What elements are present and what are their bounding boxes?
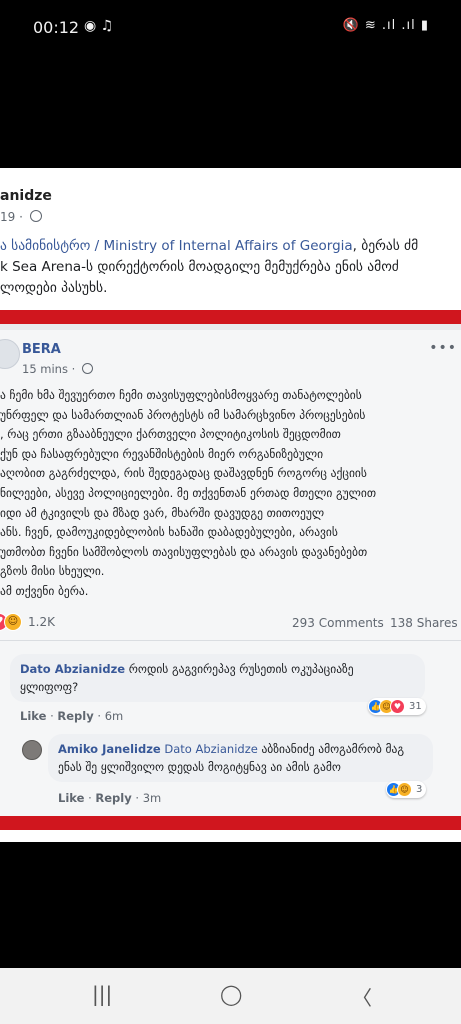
- comment-text: როდის გაგვირეპავ რუსეთის ოკუპაციაზე: [125, 662, 354, 676]
- post-author[interactable]: anidze: [0, 188, 52, 204]
- comment-react-count: 31: [409, 701, 422, 712]
- reply-avatar[interactable]: [22, 740, 42, 760]
- love-reaction-icon: ♥: [390, 699, 405, 714]
- like-button[interactable]: Like: [20, 709, 46, 723]
- reaction-summary[interactable]: ♥ ☺ 1.2K: [0, 613, 55, 631]
- post-time-text: 19 ·: [0, 210, 23, 224]
- back-button[interactable]: 〈: [352, 982, 372, 1011]
- shares-count[interactable]: 138 Shares: [390, 616, 458, 630]
- reaction-count: 1.2K: [28, 615, 55, 629]
- more-options-icon[interactable]: •••: [429, 340, 457, 356]
- page-avatar[interactable]: [0, 339, 20, 369]
- post-line: ლოდები პასუხს.: [0, 280, 108, 296]
- red-divider-top: [0, 310, 461, 324]
- ministry-link[interactable]: ა სამინისტრო / Ministry of Internal Affa…: [0, 238, 353, 254]
- signal-battery-icons: 🔇 ≋ .ıl .ıl ▮: [342, 18, 429, 33]
- comment-line-2: ყლიფოფ?: [20, 680, 79, 694]
- body-line: აღობით გაგრძელდა, რის შედეგადაც დაშავდნე…: [0, 466, 367, 481]
- post-text: ა სამინისტრო / Ministry of Internal Affa…: [0, 236, 461, 299]
- body-line: ანს. ჩვენ, დამოუკიდებლობის ხანაში დაბადე…: [0, 525, 338, 540]
- shared-timestamp: 15 mins ·: [22, 362, 93, 376]
- reply-time: 3m: [142, 791, 162, 805]
- body-line: ნილეები, ასევე პოლიციელები. მე თქვენთან …: [0, 485, 377, 500]
- red-divider-bottom: [0, 816, 461, 830]
- like-button[interactable]: Like: [58, 791, 84, 805]
- reply-line-2: ენას შე ყლიშვილო დედას მოგიტყნავ აი ამის…: [58, 760, 341, 774]
- shared-post-card: BERA 15 mins · ••• ა ჩემი ხმა შევუერთო ჩ…: [0, 330, 461, 816]
- recents-button[interactable]: |||: [92, 982, 112, 1006]
- reply-text: აბზიანიძე ამოგამრობ მაგ: [257, 742, 405, 756]
- globe-icon: [29, 210, 42, 222]
- haha-reaction-icon: ☺: [4, 613, 22, 631]
- comment-line: Dato Abzianidze როდის გაგვირეპავ რუსეთის…: [20, 660, 415, 678]
- shared-post-body: ა ჩემი ხმა შევუერთო ჩემი თავისუფლებისმოყ…: [0, 386, 461, 602]
- status-time: 00:12: [33, 18, 80, 37]
- comment-time: 6m: [104, 709, 124, 723]
- reply-mention[interactable]: Dato Abzianidze: [164, 742, 257, 756]
- reply-reactions[interactable]: 👍 ☺ 3: [386, 781, 427, 798]
- status-bar: 00:12 ◉ ♫ 🔇 ≋ .ıl .ıl ▮: [0, 0, 461, 56]
- comments-count[interactable]: 293 Comments: [292, 616, 384, 630]
- body-line: , რაც ერთი გზააბნეული ქართველი პოლიტიკოს…: [0, 427, 341, 442]
- body-line: უნრფელ და სამართლიან პროტესტს იმ სამარცხ…: [0, 407, 366, 422]
- navigation-bar: ||| ◯ 〈: [0, 968, 461, 1024]
- post-line-text: , ბერას ძმ: [352, 238, 419, 254]
- facebook-screenshot: anidze 19 · ა სამინისტრო / Ministry of I…: [0, 168, 461, 842]
- body-line: უთმობთ ჩვენი სამშობლოს თავისუფლებას და ა…: [0, 544, 368, 559]
- body-line: იდი ამ ტკივილს და მზად ვარ, მხარში დავუდ…: [0, 505, 325, 520]
- reply-button[interactable]: Reply: [95, 791, 131, 805]
- comment-author[interactable]: Dato Abzianidze: [20, 662, 125, 676]
- globe-icon: [81, 363, 93, 374]
- post-line: k Sea Arena-ს დირექტორის მოადგილე მემუქრ…: [0, 259, 399, 275]
- post-line: ა სამინისტრო / Ministry of Internal Affa…: [0, 236, 461, 257]
- shared-time-text: 15 mins ·: [22, 362, 76, 376]
- home-button[interactable]: ◯: [220, 982, 242, 1006]
- reply-bubble: Amiko Janelidze Dato Abzianidze აბზიანიძ…: [48, 734, 433, 782]
- divider: [0, 640, 461, 641]
- reply-button[interactable]: Reply: [57, 709, 93, 723]
- reply-line: Amiko Janelidze Dato Abzianidze აბზიანიძ…: [58, 740, 423, 758]
- post-timestamp: 19 ·: [0, 210, 42, 224]
- body-line: ა ჩემი ხმა შევუერთო ჩემი თავისუფლებისმოყ…: [0, 388, 362, 402]
- comment-bubble: Dato Abzianidze როდის გაგვირეპავ რუსეთის…: [10, 654, 425, 702]
- haha-reaction-icon: ☺: [397, 782, 412, 797]
- body-line: ამ თქვენი ბერა.: [0, 583, 89, 598]
- notification-icons: ◉ ♫: [84, 18, 114, 34]
- reply-react-count: 3: [416, 784, 423, 795]
- body-line: გზოს მისი სხეული.: [0, 564, 105, 579]
- reply-author[interactable]: Amiko Janelidze: [58, 742, 161, 756]
- page-name[interactable]: BERA: [22, 342, 61, 357]
- reply-actions: Like · Reply · 3m: [58, 791, 162, 805]
- comment-reactions[interactable]: 👍 ☺ ♥ 31: [368, 698, 426, 715]
- body-line: ქუნ და ჩასაფრებული რევანშისტების მიერ ორ…: [0, 446, 324, 461]
- comment-actions: Like · Reply · 6m: [20, 709, 124, 723]
